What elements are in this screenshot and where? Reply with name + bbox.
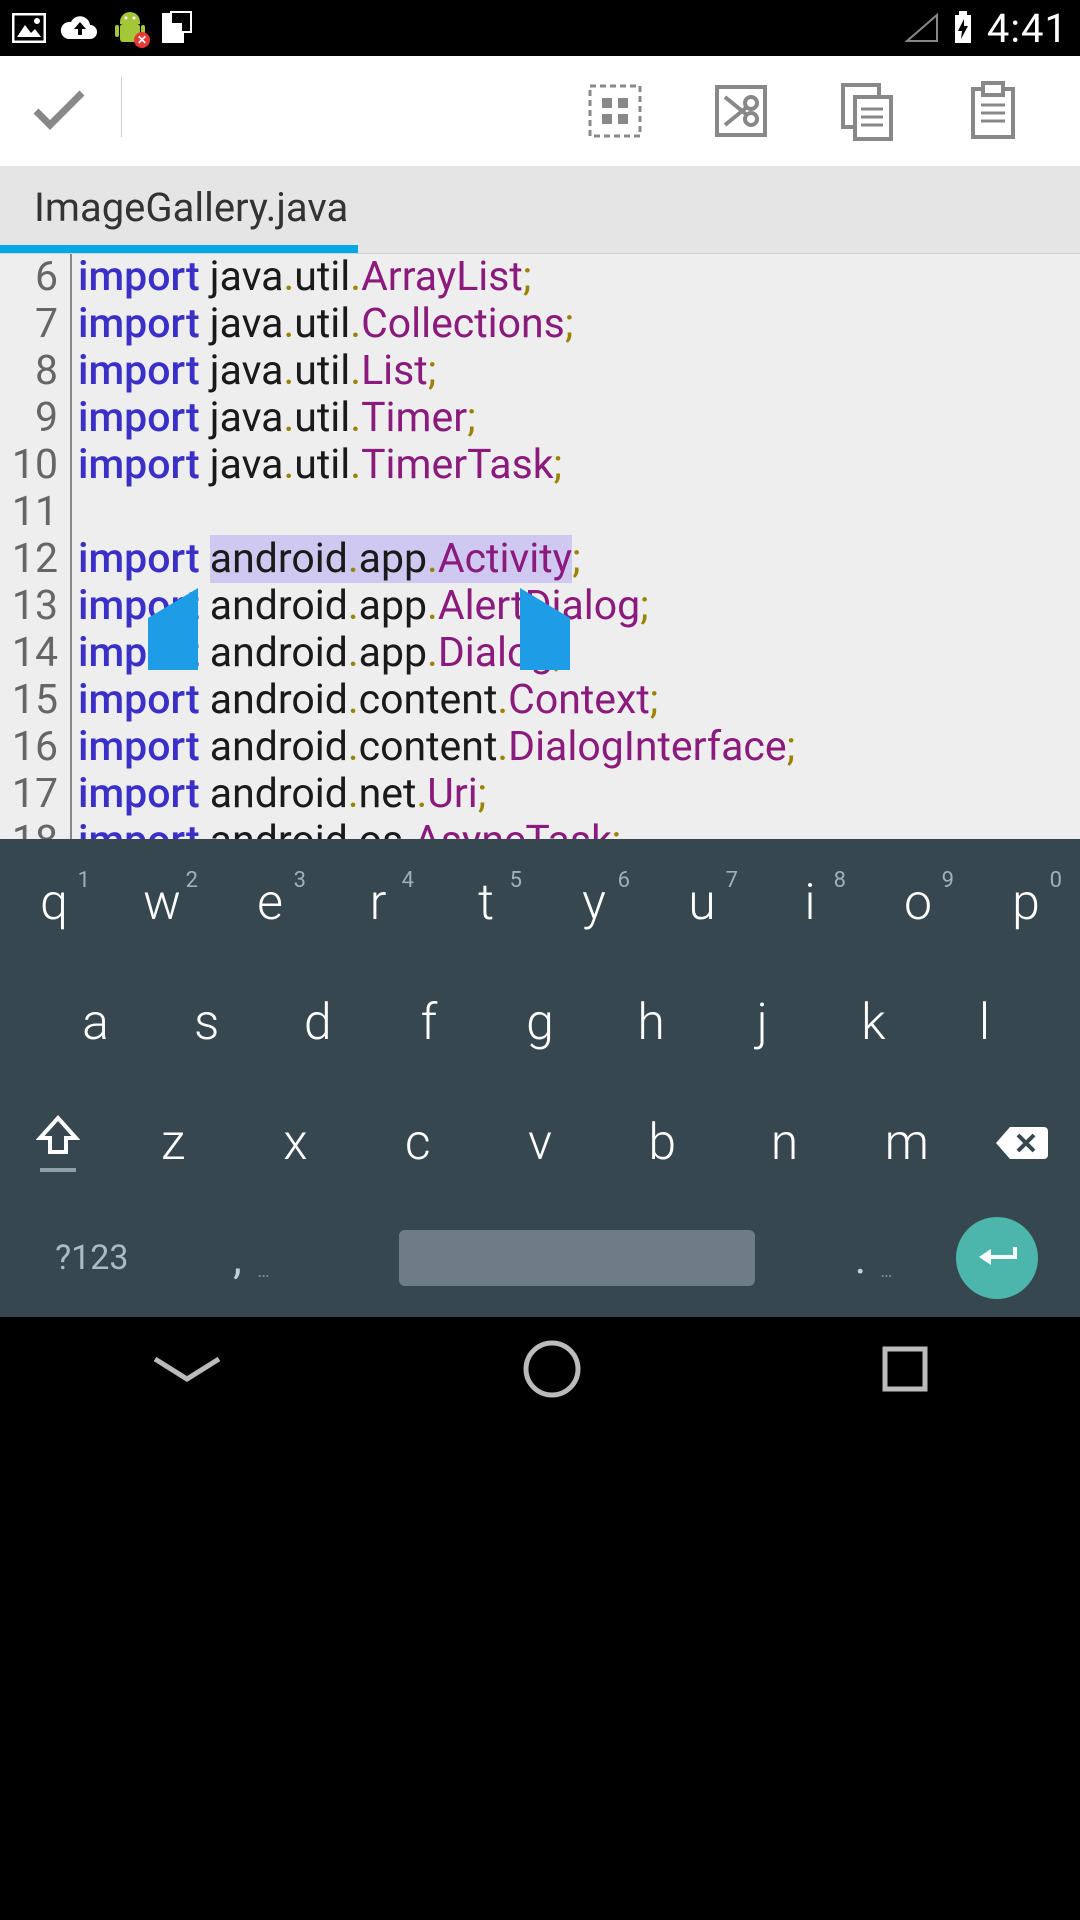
gallery-icon xyxy=(12,13,46,43)
code-content[interactable]: import android.app.Activity; xyxy=(64,536,581,583)
key-y[interactable]: 6y xyxy=(540,874,648,932)
key-s[interactable]: s xyxy=(151,994,262,1052)
tab-bar: ImageGallery.java xyxy=(0,166,1080,254)
code-content[interactable]: import android.os.AsyncTask; xyxy=(64,818,621,839)
nav-recent-button[interactable] xyxy=(877,1341,933,1397)
signal-icon xyxy=(905,13,939,43)
key-u[interactable]: 7u xyxy=(648,874,756,932)
status-left: ✕ xyxy=(12,10,194,46)
code-content[interactable]: import java.util.ArrayList; xyxy=(64,254,532,301)
key-h[interactable]: h xyxy=(596,994,707,1052)
code-content[interactable]: import android.content.Context; xyxy=(64,677,658,724)
code-line[interactable]: 10import java.util.TimerTask; xyxy=(0,442,1080,489)
code-line[interactable]: 12import android.app.Activity; xyxy=(0,536,1080,583)
code-line[interactable]: 11 xyxy=(0,489,1080,536)
key-k[interactable]: k xyxy=(818,994,929,1052)
code-line[interactable]: 6import java.util.ArrayList; xyxy=(0,254,1080,301)
key-n[interactable]: n xyxy=(723,1114,845,1172)
key-e[interactable]: 3e xyxy=(216,874,324,932)
key-i[interactable]: 8i xyxy=(756,874,864,932)
key-v[interactable]: v xyxy=(479,1114,601,1172)
line-number: 7 xyxy=(0,301,64,348)
line-number: 14 xyxy=(0,630,64,677)
paste-button[interactable] xyxy=(930,81,1056,141)
line-number: 11 xyxy=(0,489,64,536)
code-content[interactable]: import android.content.DialogInterface; xyxy=(64,724,795,771)
code-content[interactable]: import android.app.Dialog; xyxy=(64,630,562,677)
code-content[interactable]: import java.util.Timer; xyxy=(64,395,476,442)
key-j[interactable]: j xyxy=(707,994,818,1052)
soft-keyboard: 1q2w3e4r5t6y7u8i9o0p asdfghjkl zxcvbnm ?… xyxy=(0,839,1080,1317)
key-r[interactable]: 4r xyxy=(324,874,432,932)
key-d[interactable]: d xyxy=(262,994,373,1052)
symbols-key[interactable]: ?123 xyxy=(42,1238,142,1278)
space-key[interactable] xyxy=(399,1230,755,1286)
navigation-bar xyxy=(0,1317,1080,1420)
key-g[interactable]: g xyxy=(484,994,595,1052)
key-o[interactable]: 9o xyxy=(864,874,972,932)
line-number: 12 xyxy=(0,536,64,583)
code-line[interactable]: 18import android.os.AsyncTask; xyxy=(0,818,1080,839)
code-content[interactable]: import android.net.Uri; xyxy=(64,771,486,818)
line-number: 15 xyxy=(0,677,64,724)
text-selection-handle-left[interactable] xyxy=(148,588,198,670)
key-c[interactable]: c xyxy=(357,1114,479,1172)
battery-charging-icon xyxy=(953,11,973,45)
nav-home-button[interactable] xyxy=(520,1337,584,1401)
copy-button[interactable] xyxy=(804,81,930,141)
code-content[interactable]: import java.util.Collections; xyxy=(64,301,574,348)
done-button[interactable] xyxy=(24,87,122,135)
enter-key[interactable] xyxy=(956,1217,1038,1299)
action-bar xyxy=(0,56,1080,166)
code-line[interactable]: 8import java.util.List; xyxy=(0,348,1080,395)
line-number: 10 xyxy=(0,442,64,489)
cut-button[interactable] xyxy=(678,81,804,141)
app-icon xyxy=(160,11,194,45)
line-number: 8 xyxy=(0,348,64,395)
code-line[interactable]: 16import android.content.DialogInterface… xyxy=(0,724,1080,771)
line-number: 9 xyxy=(0,395,64,442)
shift-key[interactable] xyxy=(4,1114,112,1172)
backspace-key[interactable] xyxy=(968,1123,1076,1163)
line-number: 6 xyxy=(0,254,64,301)
key-w[interactable]: 2w xyxy=(108,874,216,932)
tab-file[interactable]: ImageGallery.java xyxy=(0,166,382,231)
key-q[interactable]: 1q xyxy=(0,874,108,932)
code-line[interactable]: 9import java.util.Timer; xyxy=(0,395,1080,442)
comma-key[interactable]: ,… xyxy=(197,1232,277,1284)
cloud-upload-icon xyxy=(60,13,100,43)
status-time: 4:41 xyxy=(987,5,1068,52)
select-all-button[interactable] xyxy=(552,82,678,140)
key-a[interactable]: a xyxy=(40,994,151,1052)
key-x[interactable]: x xyxy=(234,1114,356,1172)
key-t[interactable]: 5t xyxy=(432,874,540,932)
period-key[interactable]: .… xyxy=(820,1232,900,1284)
key-m[interactable]: m xyxy=(846,1114,968,1172)
code-content[interactable]: import java.util.TimerTask; xyxy=(64,442,562,489)
key-f[interactable]: f xyxy=(373,994,484,1052)
status-right: 4:41 xyxy=(905,5,1068,52)
key-z[interactable]: z xyxy=(112,1114,234,1172)
key-p[interactable]: 0p xyxy=(972,874,1080,932)
code-line[interactable]: 7import java.util.Collections; xyxy=(0,301,1080,348)
line-number: 18 xyxy=(0,818,64,839)
line-number: 13 xyxy=(0,583,64,630)
key-b[interactable]: b xyxy=(601,1114,723,1172)
code-line[interactable]: 17import android.net.Uri; xyxy=(0,771,1080,818)
code-line[interactable]: 15import android.content.Context; xyxy=(0,677,1080,724)
android-debug-icon: ✕ xyxy=(114,10,146,46)
gutter-divider xyxy=(70,254,72,839)
code-editor[interactable]: 6import java.util.ArrayList;7import java… xyxy=(0,254,1080,839)
code-content[interactable]: import java.util.List; xyxy=(64,348,436,395)
text-selection-handle-right[interactable] xyxy=(520,588,570,670)
nav-back-button[interactable] xyxy=(147,1351,227,1387)
key-l[interactable]: l xyxy=(929,994,1040,1052)
line-number: 17 xyxy=(0,771,64,818)
tab-underline xyxy=(0,245,358,253)
line-number: 16 xyxy=(0,724,64,771)
status-bar: ✕ 4:41 xyxy=(0,0,1080,56)
